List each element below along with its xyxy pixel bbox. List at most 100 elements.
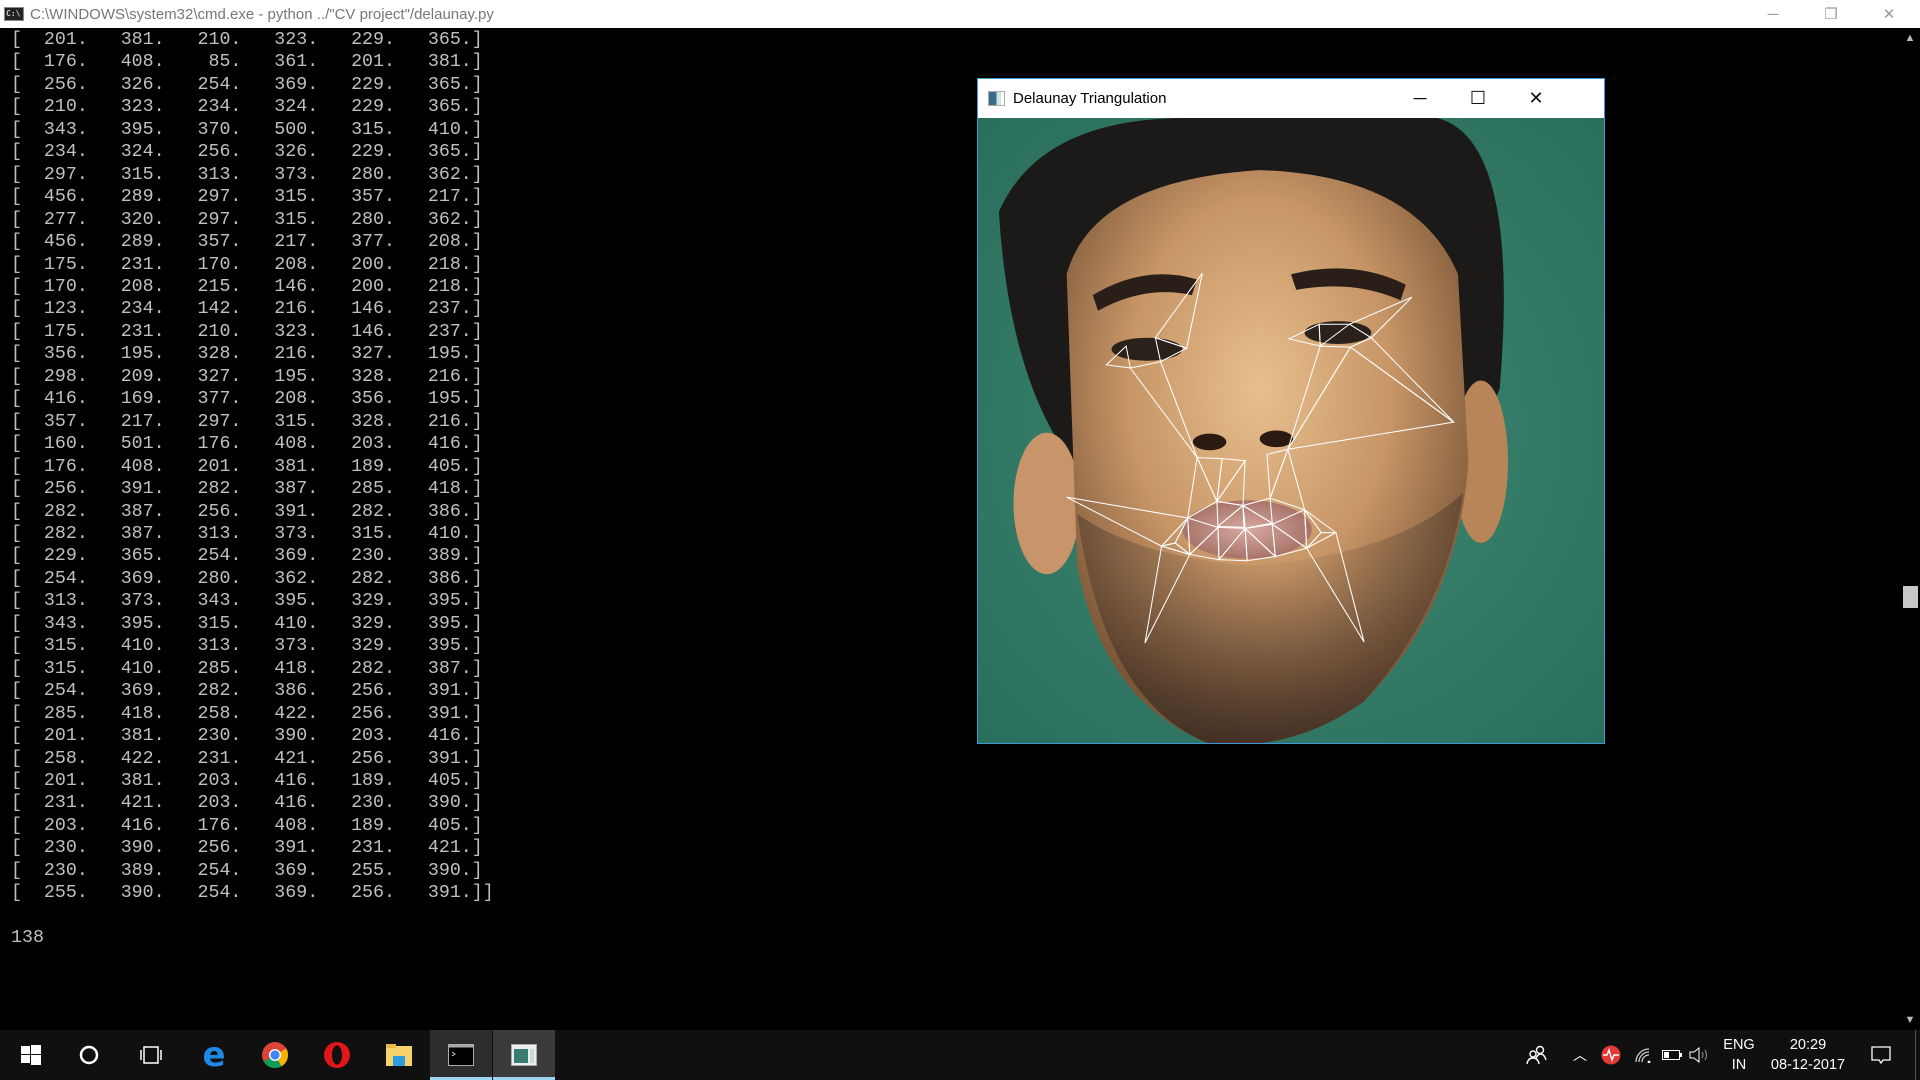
console-line: [ 203. 416. 176. 408. 189. 405.] <box>11 815 483 836</box>
scroll-up-icon[interactable]: ▲ <box>1900 28 1920 48</box>
cmd-icon: C:\ <box>4 7 24 21</box>
region-label: IN <box>1731 1057 1747 1073</box>
taskbar: e ︿ ENG IN 20:29 08-12-2017 <box>0 1030 1920 1080</box>
opera-button[interactable] <box>306 1030 368 1080</box>
opera-icon <box>324 1042 350 1068</box>
console-line: [ 343. 395. 370. 500. 315. 410.] <box>11 119 483 140</box>
console-line: [ 313. 373. 343. 395. 329. 395.] <box>11 591 483 612</box>
face-image <box>978 118 1604 743</box>
task-view-icon <box>140 1046 162 1064</box>
chevron-up-icon: ︿ <box>1573 1047 1587 1063</box>
console-line: [ 315. 410. 313. 373. 329. 395.] <box>11 636 483 657</box>
wifi-icon <box>1635 1048 1651 1063</box>
face-photo <box>978 118 1604 743</box>
notification-icon <box>1871 1046 1891 1065</box>
console-line: [ 160. 501. 176. 408. 203. 416.] <box>11 434 483 455</box>
edge-button[interactable]: e <box>183 1030 245 1080</box>
console-title-bar[interactable]: C:\ C:\WINDOWS\system32\cmd.exe - python… <box>0 0 1920 28</box>
chrome-button[interactable] <box>244 1030 306 1080</box>
show-desktop-button[interactable] <box>1915 1030 1916 1080</box>
console-line: [ 416. 169. 377. 208. 356. 195.] <box>11 389 483 410</box>
console-line: [ 229. 365. 254. 369. 230. 389.] <box>11 546 483 567</box>
console-line: [ 256. 326. 254. 369. 229. 365.] <box>11 74 483 95</box>
show-hidden-icons-button[interactable]: ︿ <box>1570 1030 1590 1080</box>
edge-icon: e <box>202 1035 226 1075</box>
console-line: [ 176. 408. 201. 381. 189. 405.] <box>11 456 483 477</box>
console-line: [ 234. 324. 256. 326. 229. 365.] <box>11 142 483 163</box>
scroll-thumb[interactable] <box>1903 586 1918 608</box>
wifi-button[interactable] <box>1632 1030 1654 1080</box>
people-button[interactable] <box>1524 1030 1550 1080</box>
console-line: [ 170. 208. 215. 146. 200. 218.] <box>11 276 483 297</box>
console-line: [ 456. 289. 357. 217. 377. 208.] <box>11 232 483 253</box>
window-app-icon <box>511 1044 537 1066</box>
start-button[interactable] <box>0 1030 62 1080</box>
console-line: [ 356. 195. 328. 216. 327. 195.] <box>11 344 483 365</box>
console-line: [ 357. 217. 297. 315. 328. 216.] <box>11 411 483 432</box>
console-line: [ 282. 387. 313. 373. 315. 410.] <box>11 523 483 544</box>
delaunay-window[interactable]: Delaunay Triangulation ─ ☐ ✕ <box>977 78 1605 744</box>
console-line: [ 343. 395. 315. 410. 329. 395.] <box>11 613 483 634</box>
command-prompt-taskbar-button[interactable] <box>430 1030 492 1080</box>
console-line: [ 456. 289. 297. 315. 357. 217.] <box>11 187 483 208</box>
console-line: [ 258. 422. 231. 421. 256. 391.] <box>11 748 483 769</box>
console-title: C:\WINDOWS\system32\cmd.exe - python ../… <box>30 5 494 23</box>
pulse-tray-button[interactable] <box>1600 1030 1622 1080</box>
file-explorer-button[interactable] <box>368 1030 430 1080</box>
people-icon <box>1526 1045 1547 1065</box>
console-line: [ 201. 381. 203. 416. 189. 405.] <box>11 770 483 791</box>
language-label: ENG <box>1723 1037 1755 1053</box>
console-line: [ 175. 231. 170. 208. 200. 218.] <box>11 254 483 275</box>
console-line: [ 297. 315. 313. 373. 280. 362.] <box>11 164 483 185</box>
battery-button[interactable] <box>1660 1030 1684 1080</box>
delaunay-title: Delaunay Triangulation <box>1013 90 1167 107</box>
scroll-down-icon[interactable]: ▼ <box>1900 1010 1920 1030</box>
console-line: [ 282. 387. 256. 391. 282. 386.] <box>11 501 483 522</box>
battery-icon <box>1662 1050 1682 1060</box>
console-line: [ 285. 418. 258. 422. 256. 391.] <box>11 703 483 724</box>
heartbeat-icon <box>1601 1045 1621 1065</box>
action-center-button[interactable] <box>1866 1030 1896 1080</box>
console-line: [ 210. 323. 234. 324. 229. 365.] <box>11 97 483 118</box>
console-scrollbar[interactable]: ▲ ▼ <box>1900 28 1920 1030</box>
close-button[interactable]: ✕ <box>1507 79 1565 117</box>
console-line: [ 175. 231. 210. 323. 146. 237.] <box>11 321 483 342</box>
task-view-button[interactable] <box>120 1030 182 1080</box>
input-language-button[interactable]: ENG IN <box>1722 1035 1756 1075</box>
console-line: [ 201. 381. 230. 390. 203. 416.] <box>11 726 483 747</box>
console-line: [ 230. 389. 254. 369. 255. 390.] <box>11 860 483 881</box>
clock-button[interactable]: 20:29 08-12-2017 <box>1766 1035 1850 1075</box>
close-button[interactable]: ✕ <box>1860 0 1918 28</box>
speaker-icon <box>1689 1047 1707 1063</box>
console-output[interactable]: [ 201. 381. 210. 323. 229. 365.][ 176. 4… <box>11 29 494 950</box>
console-line: [ 298. 209. 327. 195. 328. 216.] <box>11 366 483 387</box>
console-line: [ 256. 391. 282. 387. 285. 418.] <box>11 479 483 500</box>
minimize-button[interactable]: ─ <box>1744 0 1802 28</box>
delaunay-taskbar-button[interactable] <box>493 1030 555 1080</box>
console-line: [ 315. 410. 285. 418. 282. 387.] <box>11 658 483 679</box>
triangle-count-output: 138 <box>11 928 44 949</box>
console-line: [ 201. 381. 210. 323. 229. 365.] <box>11 30 483 50</box>
windows-logo-icon <box>21 1045 41 1065</box>
console-line: [ 255. 390. 254. 369. 256. 391.]] <box>11 883 494 904</box>
volume-button[interactable] <box>1688 1030 1712 1080</box>
console-line: [ 254. 369. 282. 386. 256. 391.] <box>11 681 483 702</box>
date-label: 08-12-2017 <box>1770 1057 1846 1073</box>
cortana-button[interactable] <box>58 1030 120 1080</box>
console-line: [ 277. 320. 297. 315. 280. 362.] <box>11 209 483 230</box>
cmd-icon <box>448 1044 474 1066</box>
console-line: [ 231. 421. 203. 416. 230. 390.] <box>11 793 483 814</box>
console-line: [ 176. 408. 85. 361. 201. 381.] <box>11 52 483 73</box>
window-app-icon <box>988 91 1005 106</box>
minimize-button[interactable]: ─ <box>1391 79 1449 117</box>
time-label: 20:29 <box>1789 1037 1827 1053</box>
console-line: [ 254. 369. 280. 362. 282. 386.] <box>11 568 483 589</box>
chrome-icon <box>262 1042 289 1069</box>
maximize-button[interactable]: ☐ <box>1449 79 1507 117</box>
cortana-circle-icon <box>79 1045 99 1065</box>
delaunay-title-bar[interactable]: Delaunay Triangulation ─ ☐ ✕ <box>978 79 1604 118</box>
folder-icon <box>386 1044 412 1066</box>
console-line: [ 123. 234. 142. 216. 146. 237.] <box>11 299 483 320</box>
restore-button[interactable]: ❐ <box>1802 0 1860 28</box>
